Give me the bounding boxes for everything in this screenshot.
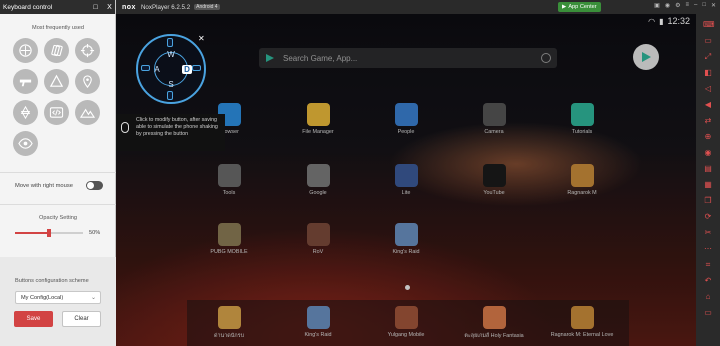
key-a[interactable]: A [152,65,162,74]
emulator-titlebar: nox NoxPlayer 6.2.5.2 Android 4 ▶ App Ce… [116,0,720,14]
frequent-label: Most frequently used [32,25,84,31]
tools-icon[interactable]: ✂ [703,228,713,238]
key-w[interactable]: W [166,50,176,59]
home-icon[interactable]: ⌂ [703,292,713,302]
swipe-button[interactable] [44,38,69,63]
wasd-pad-down [167,91,173,100]
divider [0,172,116,173]
volume-down-icon[interactable]: ◀ [703,100,713,110]
app-name: NoxPlayer 6.2.5.2 [140,3,191,11]
emulator-sidebar: ⌨ ▭ ⤢ ◧ ◁ ◀ ⇄ ⊕ ◉ ▤ ▦ ❐ ⟳ ✂ ⋯ ⌗ ↶ ⌂ ▭ [696,14,720,346]
nox-logo: nox [122,3,136,11]
opacity-slider-fill [15,232,49,234]
back-icon[interactable]: ↶ [703,276,713,286]
eye-icon [18,138,33,149]
opacity-label: Opacity Setting [39,215,77,221]
move-right-mouse-row: Move with right mouse [15,181,103,190]
divider [0,204,116,205]
key-s[interactable]: S [166,80,176,89]
more-icon[interactable]: ⋯ [703,244,713,254]
minimize-icon[interactable]: – [694,2,697,9]
star-button[interactable] [13,100,38,125]
menu-icon[interactable]: ≡ [685,2,689,9]
app-center-label: App Center [568,4,597,10]
save-button[interactable]: Save [14,311,53,327]
gun-button[interactable] [13,69,38,94]
opacity-value: 50% [89,230,101,236]
recents-icon[interactable]: ▭ [703,308,713,318]
star-icon [20,105,31,120]
android-version-badge: Android 4 [194,4,220,10]
fullscreen-icon[interactable]: ⤢ [703,52,713,62]
close-button[interactable]: X [104,4,115,11]
gun-icon [19,79,32,87]
joystick-icon [19,44,32,57]
close-icon[interactable]: ✕ [711,2,716,9]
joystick-button[interactable] [13,38,38,63]
gift-icon[interactable]: ▣ [654,2,660,9]
location-icon[interactable]: ⊕ [703,132,713,142]
keyboard-control-panel: Keyboard control □ X Most frequently use… [0,0,116,346]
wasd-joystick-control[interactable]: W A D S [136,34,206,104]
tooltip: Click to modify button, after saving abl… [116,114,225,151]
screen-icon[interactable]: ▭ [703,36,713,46]
maximize-icon[interactable]: □ [702,2,706,9]
keymap-icon[interactable]: ⌗ [703,260,713,270]
code-button[interactable] [44,100,69,125]
move-right-mouse-toggle[interactable] [86,181,103,190]
window-controls: ▣ ◉ ⚙ ≡ – □ ✕ [654,2,716,9]
app-center-button[interactable]: ▶ App Center [558,2,601,12]
scheme-label: Buttons configuration scheme [15,278,89,284]
record-icon[interactable]: ◉ [703,148,713,158]
eye-button[interactable] [13,131,38,156]
crosshair-button[interactable] [75,38,100,63]
triangle-icon [49,74,64,87]
wasd-pad-up [167,38,173,47]
gear-icon[interactable]: ⚙ [675,2,680,9]
app-center-icon: ▶ [562,4,567,10]
keyboard-icon[interactable]: ⌨ [703,20,715,30]
chevron-down-icon: ⌄ [90,295,96,301]
clear-button[interactable]: Clear [62,311,101,327]
mountain-icon [80,108,95,118]
tool-grid [13,38,105,156]
crosshair-icon [80,43,95,58]
move-right-mouse-label: Move with right mouse [15,182,73,189]
opacity-slider-handle[interactable] [47,229,51,237]
scheme-selected: My Config(Local) [21,294,64,301]
multi-instance-icon[interactable]: ❐ [703,196,713,206]
panel-title: Keyboard control [3,3,53,11]
sync-icon[interactable]: ⟳ [703,212,713,222]
panel-header: Keyboard control □ X [0,0,115,14]
wasd-pad-right [192,65,201,71]
screenshot-icon[interactable]: ◧ [703,68,713,78]
user-icon[interactable]: ◉ [665,2,670,9]
key-d[interactable]: D [182,65,192,74]
mouse-icon [121,122,129,133]
mountain-button[interactable] [75,100,100,125]
wasd-remove-icon[interactable]: ✕ [198,34,205,43]
apk-icon[interactable]: ▤ [703,164,713,174]
swipe-icon [51,44,63,57]
volume-up-icon[interactable]: ◁ [703,84,713,94]
pin-button[interactable] [75,69,100,94]
wasd-pad-left [141,65,150,71]
folder-icon[interactable]: ▦ [703,180,713,190]
opacity-slider[interactable] [15,229,83,237]
triangle-button[interactable] [44,69,69,94]
maximize-button[interactable]: □ [90,4,101,11]
tooltip-text: Click to modify button, after saving abl… [136,117,218,137]
scheme-select[interactable]: My Config(Local) ⌄ [15,291,101,304]
pin-icon [83,75,92,89]
shake-icon[interactable]: ⇄ [703,116,713,126]
code-icon [49,107,64,118]
